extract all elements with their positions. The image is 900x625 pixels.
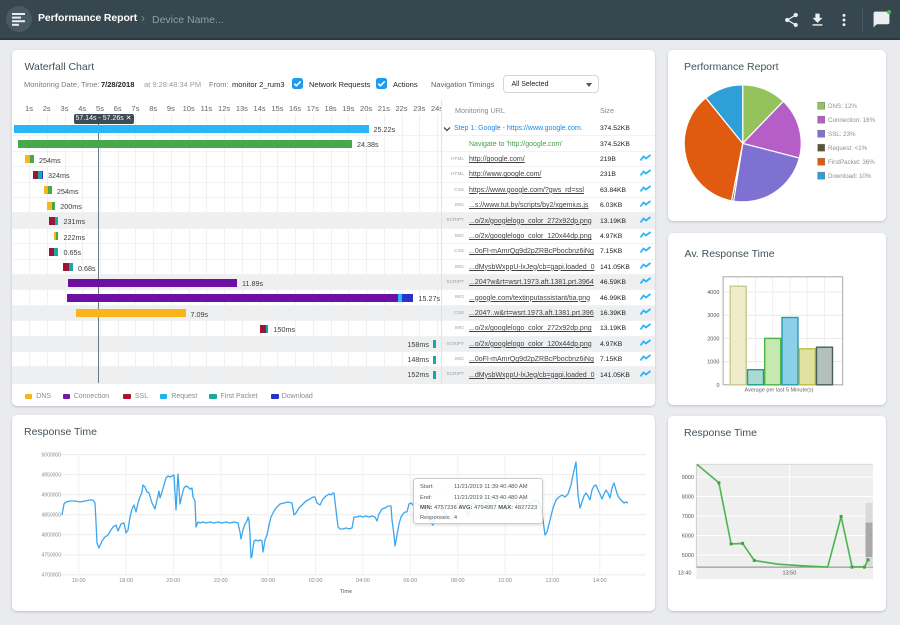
svg-text:04:00: 04:00 [356, 578, 370, 584]
svg-text:9000: 9000 [682, 475, 694, 481]
svg-text:2000: 2000 [707, 336, 719, 342]
svg-text:5000: 5000 [682, 553, 694, 559]
svg-text:4700000: 4700000 [42, 573, 62, 579]
svg-text:13:50: 13:50 [783, 571, 797, 577]
svg-text:Download: 10%: Download: 10% [828, 173, 872, 180]
svg-text:4950000: 4950000 [42, 472, 62, 478]
svg-text:Request: <1%: Request: <1% [828, 145, 868, 152]
svg-text:4750000: 4750000 [42, 553, 62, 559]
svg-text:08:00: 08:00 [451, 578, 465, 584]
svg-text:Connection: 16%: Connection: 16% [828, 117, 876, 124]
svg-text:Time: Time [340, 589, 352, 595]
svg-text:4800000: 4800000 [42, 533, 62, 539]
svg-text:06:00: 06:00 [403, 578, 417, 584]
svg-text:Average per last 5 Minute(s): Average per last 5 Minute(s) [745, 388, 814, 394]
svg-text:SSL: 23%: SSL: 23% [828, 131, 856, 138]
svg-text:3000: 3000 [707, 313, 719, 319]
svg-text:02:00: 02:00 [309, 578, 323, 584]
svg-text:10:00: 10:00 [498, 578, 512, 584]
svg-text:6000: 6000 [682, 534, 694, 540]
svg-text:13:40: 13:40 [678, 571, 692, 577]
svg-text:22:00: 22:00 [214, 578, 228, 584]
svg-text:0: 0 [716, 383, 719, 389]
svg-text:DNS: 12%: DNS: 12% [828, 103, 857, 110]
svg-text:4900000: 4900000 [42, 493, 62, 499]
svg-text:FirstPacket: 36%: FirstPacket: 36% [828, 159, 875, 166]
svg-text:4850000: 4850000 [42, 513, 62, 519]
svg-text:18:00: 18:00 [119, 578, 133, 584]
svg-text:14:00: 14:00 [593, 578, 607, 584]
svg-text:8000: 8000 [682, 495, 694, 501]
svg-text:20:00: 20:00 [167, 578, 181, 584]
svg-text:1000: 1000 [707, 360, 719, 366]
svg-text:00:00: 00:00 [261, 578, 275, 584]
svg-text:5000000: 5000000 [42, 452, 62, 458]
svg-text:12:00: 12:00 [546, 578, 560, 584]
svg-text:7000: 7000 [682, 514, 694, 520]
svg-text:16:00: 16:00 [72, 578, 86, 584]
svg-text:4000: 4000 [707, 290, 719, 296]
